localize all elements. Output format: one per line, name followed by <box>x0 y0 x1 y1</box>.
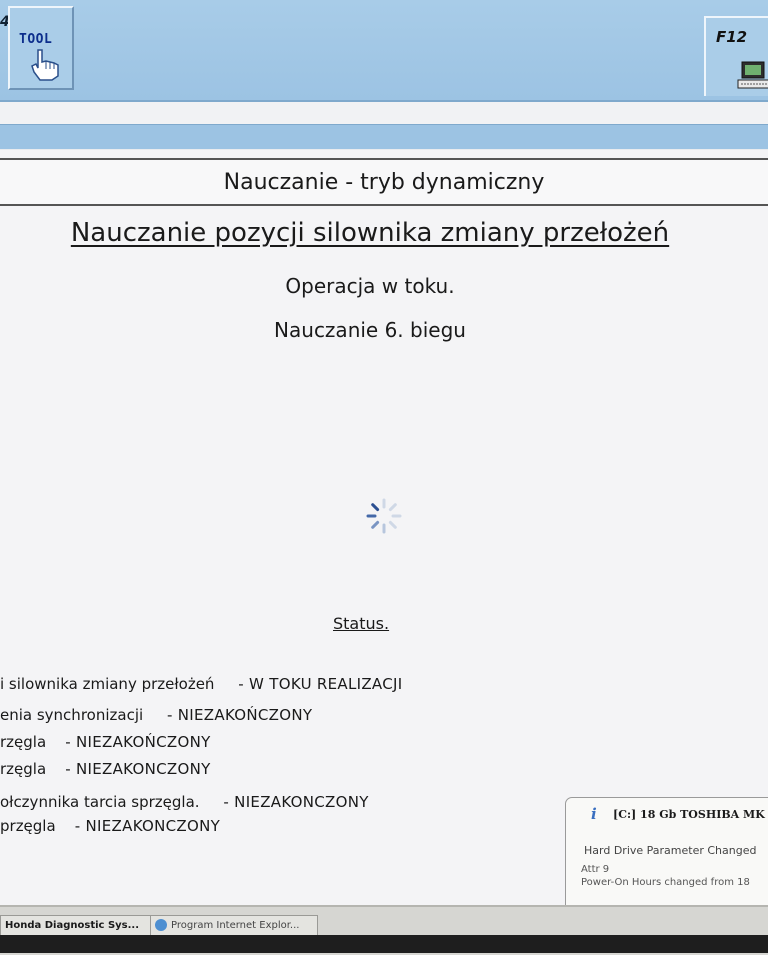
screen-title: Nauczanie - tryb dynamiczny <box>223 170 545 195</box>
content-panel: Nauczanie - tryb dynamiczny Nauczanie po… <box>0 150 768 905</box>
status-value: - NIEZAKONCZONY <box>74 817 221 835</box>
operation-detail: Nauczanie 6. biegu <box>274 318 466 342</box>
status-label: ołczynnika tarcia sprzęgla. <box>0 793 200 811</box>
status-row: przęgla - NIEZAKONCZONY <box>0 817 220 835</box>
status-row: rzęgla - NIEZAKOŃCZONY <box>0 733 211 751</box>
status-heading: Status. <box>333 614 390 633</box>
taskbar-item-internet-explorer[interactable]: Program Internet Explor... <box>150 915 318 937</box>
page-heading: Nauczanie pozycji silownika zmiany przeł… <box>70 218 670 248</box>
notification-detail: Attr 9 <box>581 864 610 875</box>
status-label: rzęgla <box>0 733 47 751</box>
status-label: i silownika zmiany przełożeń <box>0 675 215 693</box>
screen-bezel <box>0 935 768 953</box>
f12-button[interactable]: F12 <box>704 16 768 96</box>
taskbar-item-honda[interactable]: Honda Diagnostic Sys... <box>0 915 151 937</box>
status-value: - NIEZAKOŃCZONY <box>167 706 313 724</box>
f12-button-label: F12 <box>716 28 748 46</box>
status-row: enia synchronizacji - NIEZAKOŃCZONY <box>0 706 312 724</box>
taskbar-item-label: Honda Diagnostic Sys... <box>5 920 140 931</box>
status-value: - NIEZAKOŃCZONY <box>65 733 211 751</box>
toolbar-separator <box>0 102 768 124</box>
internet-explorer-icon <box>155 919 167 931</box>
status-label: rzęgla <box>0 760 47 778</box>
loading-spinner-icon <box>366 498 402 534</box>
notification-detail: Power-On Hours changed from 18 <box>581 877 750 888</box>
status-row: rzęgla - NIEZAKONCZONY <box>0 760 211 778</box>
taskbar-item-label: Program Internet Explor... <box>171 920 300 931</box>
blue-stripe <box>0 124 768 149</box>
status-label: enia synchronizacji <box>0 706 144 724</box>
notification-message: Hard Drive Parameter Changed <box>584 844 757 857</box>
status-value: - NIEZAKONCZONY <box>223 793 369 811</box>
tool-button-label: TOOL <box>19 32 53 47</box>
tool-button[interactable]: TOOL <box>8 6 74 90</box>
status-row: ołczynnika tarcia sprzęgla. - NIEZAKONCZ… <box>0 793 369 811</box>
title-bar: Nauczanie - tryb dynamiczny <box>0 158 768 206</box>
top-toolbar: 4 TOOL F12 <box>0 0 768 102</box>
info-icon: i <box>591 805 597 823</box>
status-row: i silownika zmiany przełożeń - W TOKU RE… <box>0 675 402 693</box>
status-value: - NIEZAKONCZONY <box>65 760 211 778</box>
computer-icon <box>737 61 768 89</box>
status-value: - W TOKU REALIZACJI <box>238 675 403 693</box>
notification-title: [C:] 18 Gb TOSHIBA MK <box>613 808 765 821</box>
operation-status: Operacja w toku. <box>285 274 455 298</box>
status-label: przęgla <box>0 817 56 835</box>
hand-pointer-icon <box>31 49 59 81</box>
